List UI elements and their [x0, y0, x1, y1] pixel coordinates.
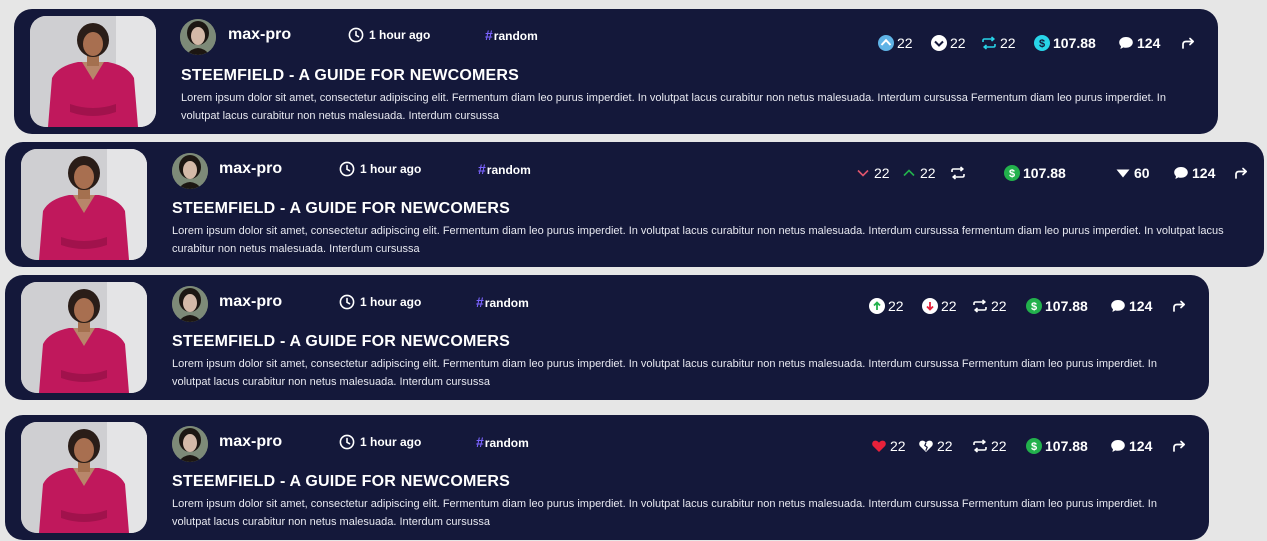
- chevron-up-icon: [903, 169, 915, 177]
- share-button[interactable]: [1233, 162, 1249, 184]
- post-excerpt: Lorem ipsum dolor sit amet, consectetur …: [181, 92, 1166, 122]
- post-card[interactable]: max-pro 1 hour ago #random 22 22 22 $ 10…: [14, 9, 1218, 134]
- share-icon: [1182, 37, 1195, 49]
- comment-count: 124: [1192, 165, 1216, 181]
- comment-count: 124: [1129, 438, 1153, 454]
- comment-count: 124: [1137, 35, 1161, 51]
- repost-icon: [973, 299, 987, 313]
- post-title[interactable]: STEEMFIELD - A GUIDE FOR NEWCOMERS: [181, 67, 519, 85]
- like-button[interactable]: 22: [871, 435, 906, 457]
- payout-value[interactable]: $ 107.88: [1004, 162, 1066, 184]
- payout-amount: 107.88: [1045, 438, 1088, 454]
- upvote-count: 22: [920, 165, 936, 181]
- comment-button[interactable]: 124: [1110, 295, 1152, 317]
- post-stats: 22 22 $ 107.88 60 124: [5, 162, 1264, 184]
- post-excerpt: Lorem ipsum dolor sit amet, consectetur …: [172, 498, 1157, 528]
- comment-icon: [1174, 167, 1188, 179]
- upvote-count: 22: [897, 35, 913, 51]
- comment-button[interactable]: 124: [1118, 32, 1160, 54]
- share-button[interactable]: [1171, 435, 1187, 457]
- downvote-count: 22: [874, 165, 890, 181]
- post-excerpt: Lorem ipsum dolor sit amet, consectetur …: [172, 358, 1157, 388]
- downvote-icon: [931, 35, 947, 51]
- dollar-icon: $: [1026, 298, 1042, 314]
- share-icon: [1235, 167, 1248, 179]
- post-stats: 22 22 22 $ 107.88 124: [5, 435, 1209, 457]
- svg-text:$: $: [1031, 441, 1037, 453]
- share-button[interactable]: [1171, 295, 1187, 317]
- post-card[interactable]: max-pro 1 hour ago #random 22 22 22 $ 10…: [5, 275, 1209, 400]
- post-card[interactable]: max-pro 1 hour ago #random 22 22 $ 107.8…: [5, 142, 1264, 267]
- heart-icon: [1116, 169, 1130, 178]
- upvote-icon: [878, 35, 894, 51]
- repost-icon: [951, 166, 965, 180]
- dollar-icon: $: [1004, 165, 1020, 181]
- repost-button[interactable]: 22: [981, 32, 1016, 54]
- post-card[interactable]: max-pro 1 hour ago #random 22 22 22 $ 10…: [5, 415, 1209, 540]
- up-arrow-icon: [869, 298, 885, 314]
- share-icon: [1173, 440, 1186, 452]
- payout-value[interactable]: $ 107.88: [1026, 435, 1088, 457]
- svg-text:$: $: [1039, 38, 1045, 50]
- repost-icon: [973, 439, 987, 453]
- payout-value[interactable]: $ 107.88: [1026, 295, 1088, 317]
- comment-count: 124: [1129, 298, 1153, 314]
- dislike-count: 22: [937, 438, 953, 454]
- heart-icon: [872, 440, 886, 452]
- downvote-button[interactable]: 22: [855, 162, 890, 184]
- repost-button[interactable]: [950, 162, 966, 184]
- share-button[interactable]: [1180, 32, 1196, 54]
- downvote-button[interactable]: 22: [922, 295, 957, 317]
- post-excerpt: Lorem ipsum dolor sit amet, consectetur …: [172, 225, 1224, 255]
- upvote-button[interactable]: 22: [901, 162, 936, 184]
- comment-button[interactable]: 124: [1173, 162, 1215, 184]
- chevron-down-icon: [857, 169, 869, 177]
- repost-count: 22: [991, 298, 1007, 314]
- downvote-count: 22: [941, 298, 957, 314]
- comment-icon: [1119, 37, 1133, 49]
- like-count: 22: [890, 438, 906, 454]
- downvote-button[interactable]: 22: [931, 32, 966, 54]
- payout-amount: 107.88: [1053, 35, 1096, 51]
- upvote-button[interactable]: 22: [869, 295, 904, 317]
- downvote-count: 22: [950, 35, 966, 51]
- svg-text:$: $: [1031, 301, 1037, 313]
- svg-text:$: $: [1009, 168, 1015, 180]
- dollar-icon: $: [1034, 35, 1050, 51]
- comment-icon: [1111, 440, 1125, 452]
- repost-count: 22: [991, 438, 1007, 454]
- like-count: 60: [1134, 165, 1150, 181]
- post-stats: 22 22 22 $ 107.88 124: [5, 295, 1209, 317]
- repost-count: 22: [1000, 35, 1016, 51]
- share-icon: [1173, 300, 1186, 312]
- dislike-button[interactable]: 22: [918, 435, 953, 457]
- like-button[interactable]: 60: [1115, 162, 1150, 184]
- payout-amount: 107.88: [1045, 298, 1088, 314]
- down-arrow-icon: [922, 298, 938, 314]
- post-title[interactable]: STEEMFIELD - A GUIDE FOR NEWCOMERS: [172, 200, 510, 218]
- comment-button[interactable]: 124: [1110, 435, 1152, 457]
- dollar-icon: $: [1026, 438, 1042, 454]
- payout-amount: 107.88: [1023, 165, 1066, 181]
- comment-icon: [1111, 300, 1125, 312]
- post-stats: 22 22 22 $ 107.88 124: [14, 32, 1218, 54]
- post-title[interactable]: STEEMFIELD - A GUIDE FOR NEWCOMERS: [172, 333, 510, 351]
- payout-value[interactable]: $ 107.88: [1034, 32, 1096, 54]
- repost-button[interactable]: 22: [972, 435, 1007, 457]
- repost-icon: [982, 36, 996, 50]
- repost-button[interactable]: 22: [972, 295, 1007, 317]
- upvote-button[interactable]: 22: [878, 32, 913, 54]
- broken-heart-icon: [919, 440, 933, 452]
- post-title[interactable]: STEEMFIELD - A GUIDE FOR NEWCOMERS: [172, 473, 510, 491]
- upvote-count: 22: [888, 298, 904, 314]
